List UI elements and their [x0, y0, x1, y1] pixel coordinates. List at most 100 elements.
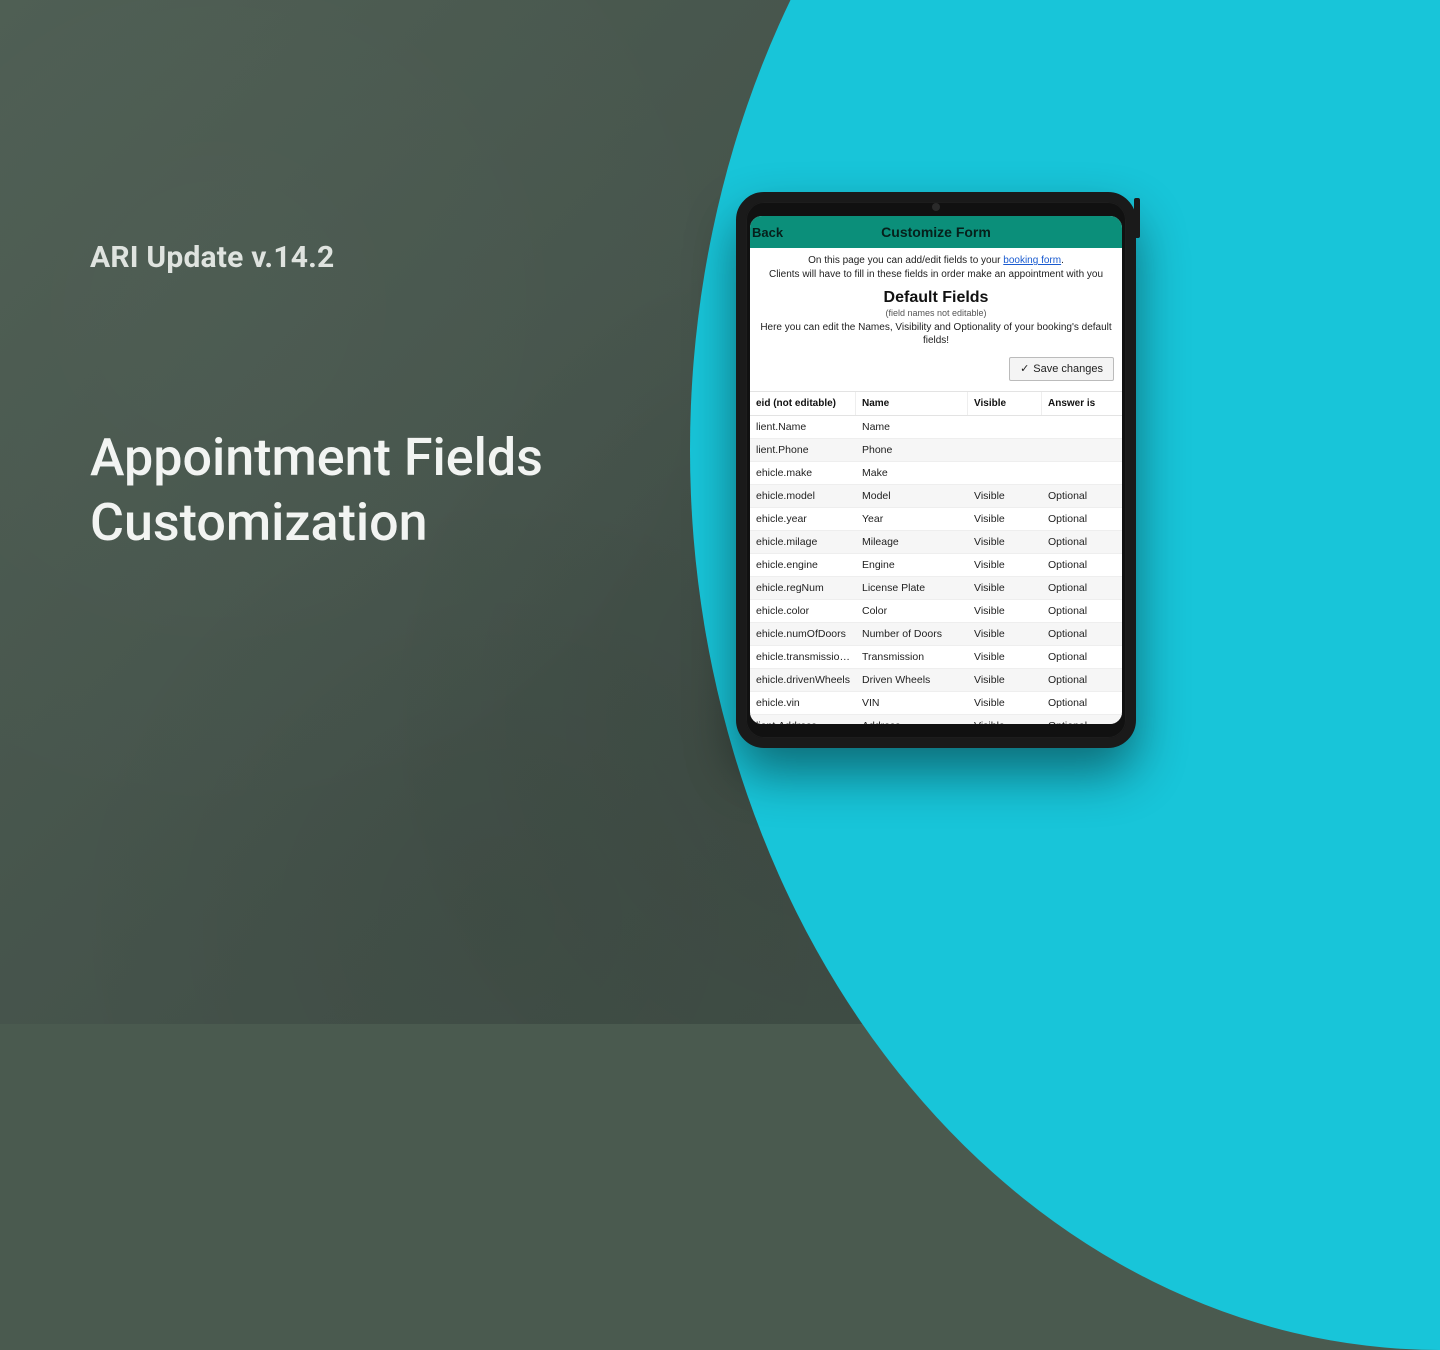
cell-id: lient.Name: [750, 416, 856, 438]
table-row[interactable]: ehicle.drivenWheelsDriven WheelsVisibleO…: [750, 669, 1122, 692]
cell-id: ehicle.numOfDoors: [750, 623, 856, 645]
cell-name: Color: [856, 600, 968, 622]
cell-name: License Plate: [856, 577, 968, 599]
cell-name: Model: [856, 485, 968, 507]
intro-line2: Clients will have to fill in these field…: [769, 269, 1103, 280]
cell-visible: Visible: [968, 600, 1042, 622]
headline-block: ARI Update v.14.2 Appointment Fields Cus…: [90, 240, 543, 555]
intro-prefix: On this page you can add/edit fields to …: [808, 255, 1003, 266]
cell-visible: Visible: [968, 715, 1042, 724]
cell-answer: Optional: [1042, 554, 1122, 576]
back-button[interactable]: Back: [752, 216, 783, 248]
cell-answer: Optional: [1042, 577, 1122, 599]
cell-answer: Optional: [1042, 646, 1122, 668]
cell-visible: Visible: [968, 577, 1042, 599]
app-header: Back Customize Form: [750, 216, 1122, 248]
cell-visible: [968, 422, 1042, 432]
save-button-label: Save changes: [1033, 363, 1103, 375]
cell-answer: [1042, 422, 1122, 432]
tablet-screen: Back Customize Form On this page you can…: [750, 216, 1122, 724]
cell-visible: [968, 445, 1042, 455]
tablet-power-button: [1134, 198, 1140, 238]
save-changes-button[interactable]: ✓ Save changes: [1009, 357, 1114, 381]
section-subtitle: (field names not editable): [750, 308, 1122, 318]
cell-answer: Optional: [1042, 531, 1122, 553]
cell-name: Driven Wheels: [856, 669, 968, 691]
intro-suffix: .: [1061, 255, 1064, 266]
col-header-id: eid (not editable): [750, 392, 856, 415]
cell-name: Address: [856, 715, 968, 724]
booking-form-link[interactable]: booking form: [1003, 255, 1061, 266]
table-row[interactable]: ehicle.engineEngineVisibleOptional: [750, 554, 1122, 577]
cell-visible: Visible: [968, 669, 1042, 691]
cell-name: Phone: [856, 439, 968, 461]
table-header: eid (not editable) Name Visible Answer i…: [750, 391, 1122, 416]
cell-id: ehicle.regNum: [750, 577, 856, 599]
page-title: Appointment Fields Customization: [90, 425, 543, 555]
cell-visible: Visible: [968, 554, 1042, 576]
cell-answer: Optional: [1042, 508, 1122, 530]
back-button-label: Back: [752, 225, 783, 240]
table-row[interactable]: ehicle.yearYearVisibleOptional: [750, 508, 1122, 531]
cell-visible: Visible: [968, 485, 1042, 507]
cell-name: Engine: [856, 554, 968, 576]
cell-id: ehicle.drivenWheels: [750, 669, 856, 691]
cell-visible: Visible: [968, 531, 1042, 553]
section-title: Default Fields: [750, 289, 1122, 307]
table-row[interactable]: ehicle.colorColorVisibleOptional: [750, 600, 1122, 623]
table-row[interactable]: ehicle.regNumLicense PlateVisibleOptiona…: [750, 577, 1122, 600]
cell-id: lient.Address: [750, 715, 856, 724]
cell-visible: Visible: [968, 508, 1042, 530]
cell-answer: Optional: [1042, 669, 1122, 691]
cell-name: Transmission: [856, 646, 968, 668]
cell-answer: [1042, 445, 1122, 455]
cell-visible: Visible: [968, 692, 1042, 714]
cell-answer: Optional: [1042, 600, 1122, 622]
cell-answer: Optional: [1042, 485, 1122, 507]
cell-answer: Optional: [1042, 715, 1122, 724]
cell-answer: Optional: [1042, 692, 1122, 714]
table-row[interactable]: ehicle.modelModelVisibleOptional: [750, 485, 1122, 508]
table-row[interactable]: lient.PhonePhone: [750, 439, 1122, 462]
cell-visible: [968, 468, 1042, 478]
table-body: lient.NameNamelient.PhonePhoneehicle.mak…: [750, 416, 1122, 724]
cell-id: lient.Phone: [750, 439, 856, 461]
cell-name: VIN: [856, 692, 968, 714]
table-row[interactable]: ehicle.transmission...TransmissionVisibl…: [750, 646, 1122, 669]
cell-id: ehicle.make: [750, 462, 856, 484]
table-row[interactable]: ehicle.milageMileageVisibleOptional: [750, 531, 1122, 554]
cell-id: ehicle.color: [750, 600, 856, 622]
cell-id: ehicle.vin: [750, 692, 856, 714]
cell-name: Name: [856, 416, 968, 438]
col-header-name: Name: [856, 392, 968, 415]
page-title-line2: Customization: [90, 492, 428, 553]
fields-table: eid (not editable) Name Visible Answer i…: [750, 391, 1122, 724]
cell-name: Make: [856, 462, 968, 484]
table-row[interactable]: ehicle.numOfDoorsNumber of DoorsVisibleO…: [750, 623, 1122, 646]
page-title-line1: Appointment Fields: [90, 427, 543, 488]
cell-visible: Visible: [968, 646, 1042, 668]
col-header-answer: Answer is: [1042, 392, 1122, 415]
cell-answer: [1042, 468, 1122, 478]
intro-text: On this page you can add/edit fields to …: [750, 248, 1122, 285]
tablet-device-frame: Back Customize Form On this page you can…: [736, 192, 1136, 748]
cell-id: ehicle.year: [750, 508, 856, 530]
section-description: Here you can edit the Names, Visibility …: [750, 318, 1122, 355]
cell-id: ehicle.engine: [750, 554, 856, 576]
col-header-visible: Visible: [968, 392, 1042, 415]
cell-id: ehicle.model: [750, 485, 856, 507]
cell-name: Year: [856, 508, 968, 530]
cell-id: ehicle.transmission...: [750, 646, 856, 668]
table-row[interactable]: ehicle.makeMake: [750, 462, 1122, 485]
table-row[interactable]: lient.AddressAddressVisibleOptional: [750, 715, 1122, 724]
table-row[interactable]: lient.NameName: [750, 416, 1122, 439]
app-header-title: Customize Form: [881, 224, 991, 240]
cell-name: Number of Doors: [856, 623, 968, 645]
check-icon: ✓: [1020, 364, 1029, 375]
page-subtitle: ARI Update v.14.2: [90, 240, 543, 275]
cell-id: ehicle.milage: [750, 531, 856, 553]
cell-name: Mileage: [856, 531, 968, 553]
cell-answer: Optional: [1042, 623, 1122, 645]
cell-visible: Visible: [968, 623, 1042, 645]
table-row[interactable]: ehicle.vinVINVisibleOptional: [750, 692, 1122, 715]
